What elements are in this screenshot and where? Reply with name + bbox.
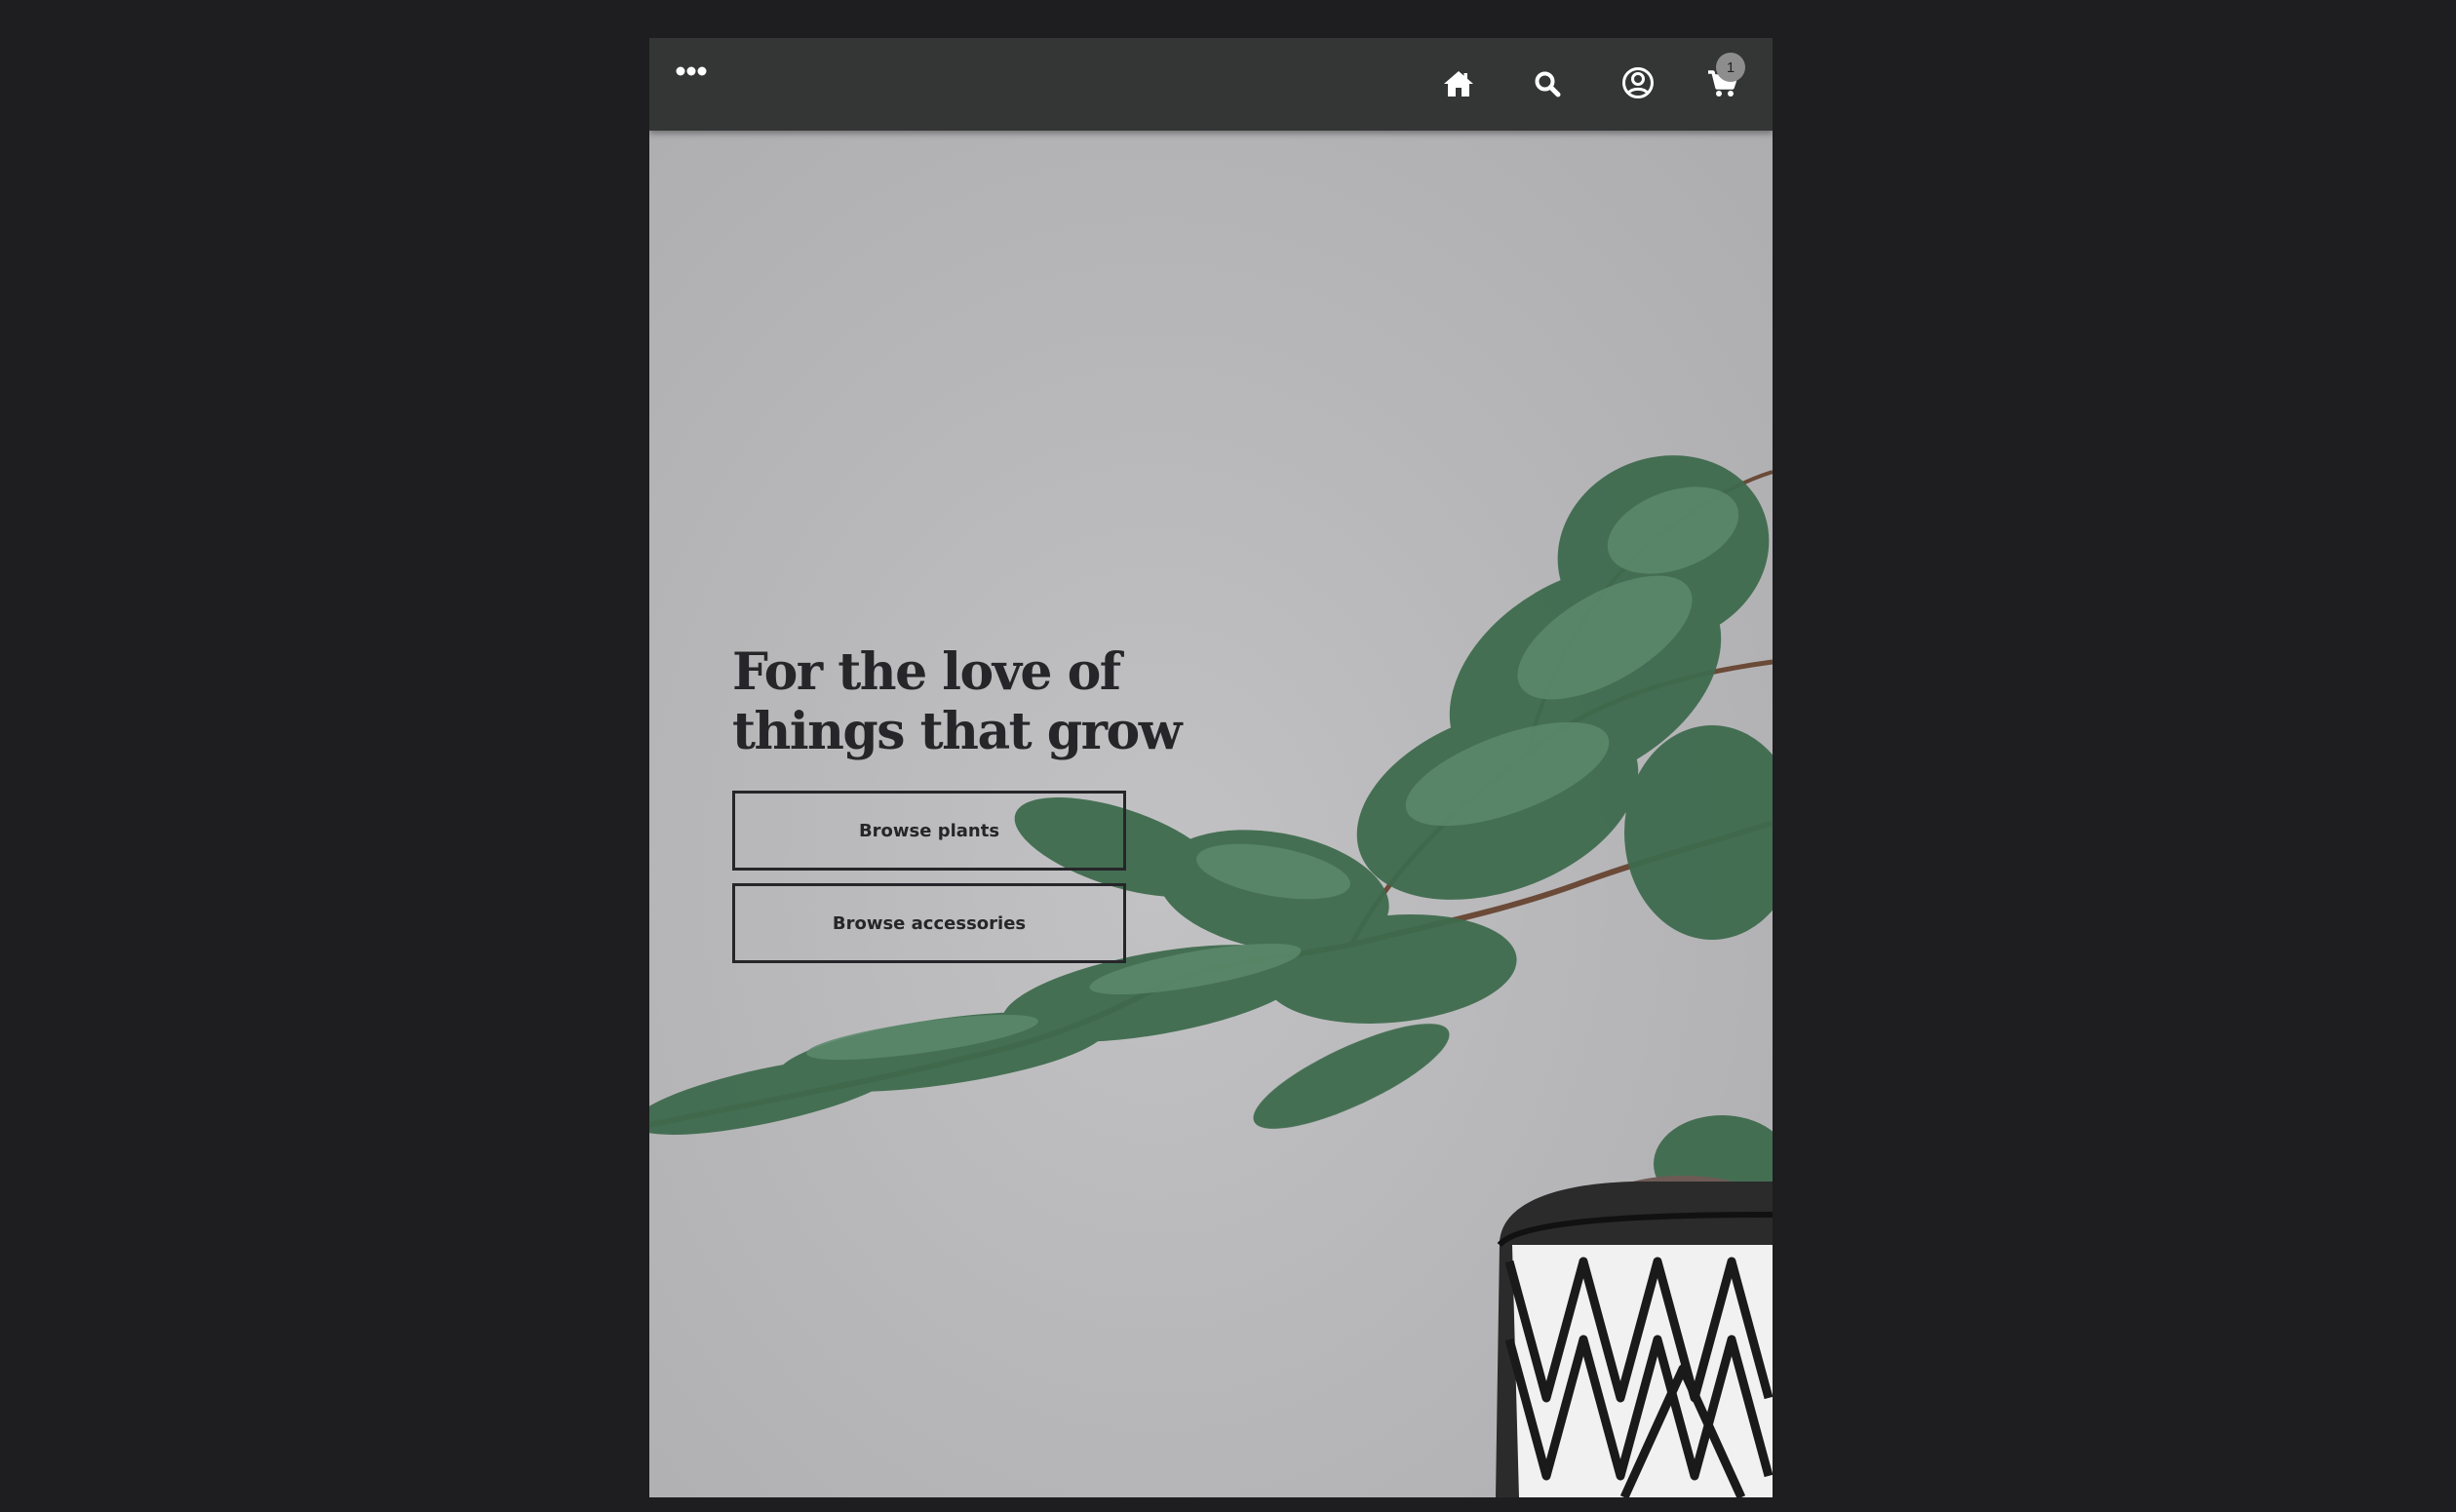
hero-title: For the love of things that grow — [732, 642, 1182, 761]
hero-banner: For the love of things that grow Browse … — [649, 131, 1773, 1497]
cart-count-badge: 1 — [1716, 53, 1745, 82]
search-icon[interactable] — [1528, 64, 1567, 103]
browse-accessories-button[interactable]: Browse accessories — [732, 883, 1126, 963]
browse-plants-button[interactable]: Browse plants — [732, 791, 1126, 871]
home-icon[interactable] — [1439, 64, 1478, 103]
user-account-icon[interactable] — [1618, 62, 1658, 103]
more-menu-icon[interactable] — [673, 59, 710, 83]
app-window: 1 For the love of things that grow Brows… — [649, 38, 1773, 1497]
top-navbar: 1 — [649, 38, 1773, 131]
